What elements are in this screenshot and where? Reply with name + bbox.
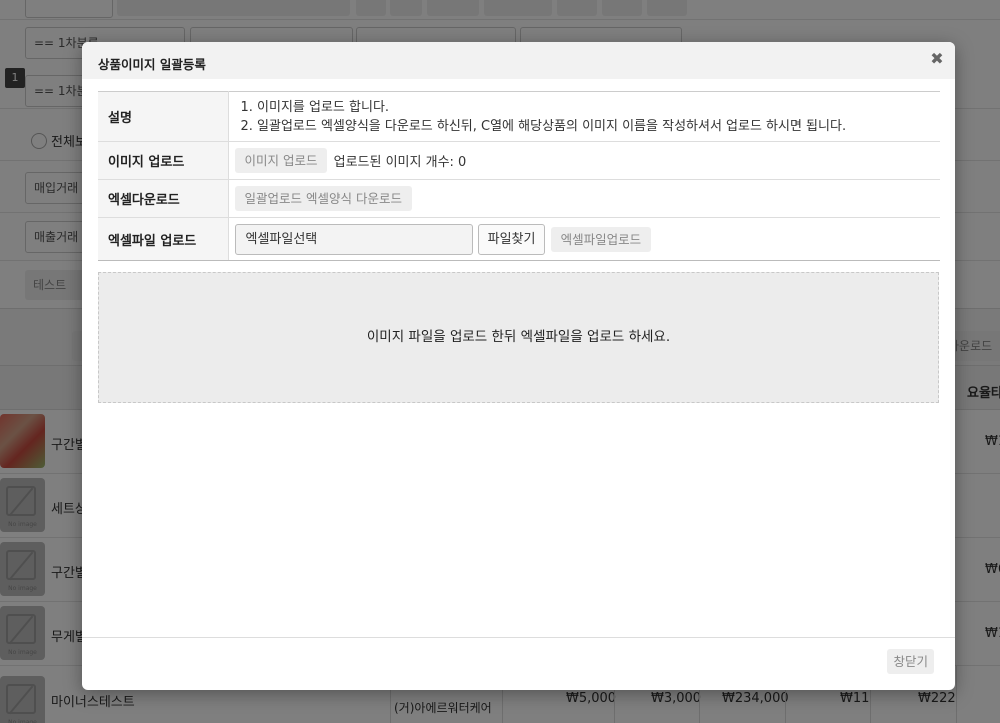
modal-title: 상품이미지 일괄등록 [98,57,206,72]
close-icon[interactable]: ✖ [929,51,945,67]
upload-form-table: 설명 1. 이미지를 업로드 합니다. 2. 일괄업로드 엑셀양식을 다운로드 … [98,91,940,261]
upload-result-area: 이미지 파일을 업로드 한뒤 엑셀파일을 업로드 하세요. [98,272,939,403]
file-browse-button[interactable]: 파일찾기 [477,223,546,255]
excel-template-download-button[interactable]: 일괄업로드 엑셀양식 다운로드 [234,186,412,211]
excel-file-field[interactable]: 엑셀파일선택 [234,223,473,255]
row-label: 엑셀파일 업로드 [98,217,229,261]
image-bulk-upload-modal: 상품이미지 일괄등록 ✖ 설명 1. 이미지를 업로드 합니다. 2. 일괄업로… [82,42,955,690]
row-label: 설명 [98,91,229,142]
row-excel-download: 엑셀다운로드 일괄업로드 엑셀양식 다운로드 [98,179,940,218]
close-window-button[interactable]: 창닫기 [887,649,934,674]
modal-footer: 창닫기 [82,637,955,690]
row-image-upload: 이미지 업로드 이미지 업로드 업로드된 이미지 개수: 0 [98,141,940,180]
modal-header: 상품이미지 일괄등록 ✖ [82,42,955,79]
image-upload-cell: 이미지 업로드 업로드된 이미지 개수: 0 [228,141,940,180]
row-label: 이미지 업로드 [98,141,229,180]
row-label: 엑셀다운로드 [98,179,229,218]
description-cell: 1. 이미지를 업로드 합니다. 2. 일괄업로드 엑셀양식을 다운로드 하신뒤… [228,91,940,142]
uploaded-image-count: 업로드된 이미지 개수: 0 [333,155,467,170]
image-upload-button[interactable]: 이미지 업로드 [234,148,328,173]
row-excel-upload: 엑셀파일 업로드 엑셀파일선택 파일찾기 엑셀파일업로드 [98,217,940,261]
description-line-2: 2. 일괄업로드 엑셀양식을 다운로드 하신뒤, C열에 해당상품의 이미지 이… [240,118,847,134]
excel-download-cell: 일괄업로드 엑셀양식 다운로드 [228,179,940,218]
description-line-1: 1. 이미지를 업로드 합니다. [240,99,390,115]
excel-upload-cell: 엑셀파일선택 파일찾기 엑셀파일업로드 [228,217,940,261]
excel-file-upload-button[interactable]: 엑셀파일업로드 [550,226,652,252]
row-description: 설명 1. 이미지를 업로드 합니다. 2. 일괄업로드 엑셀양식을 다운로드 … [98,91,940,142]
